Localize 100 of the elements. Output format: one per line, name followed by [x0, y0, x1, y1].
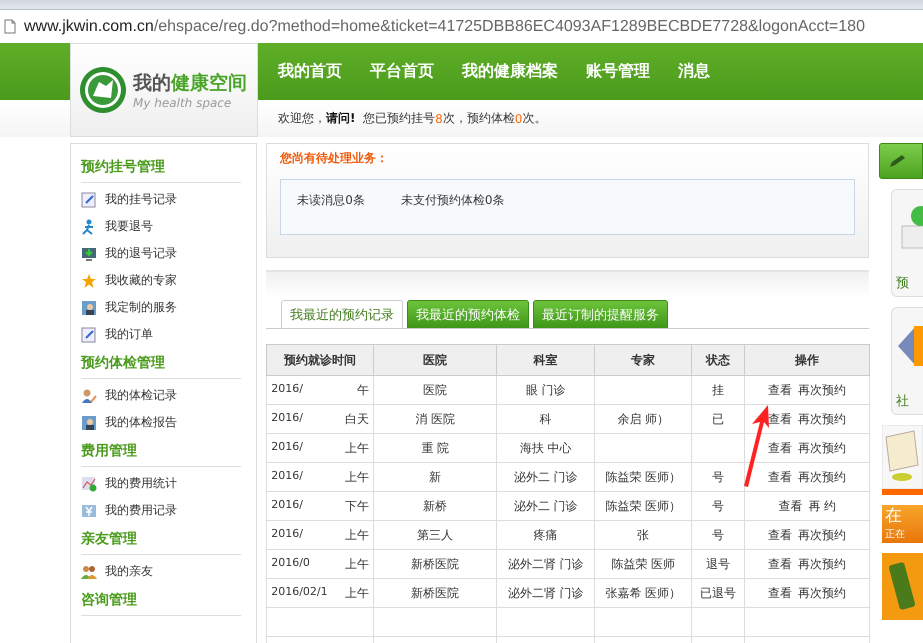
- period-text: 午: [357, 382, 370, 398]
- period-text: 上午: [345, 468, 370, 486]
- section-title: 亲友管理: [81, 524, 242, 555]
- table-cell: 陈益荣 医师）: [594, 462, 692, 492]
- action-link[interactable]: 查看: [768, 528, 792, 542]
- person-icon: [81, 388, 97, 404]
- table-cell: 号: [692, 520, 745, 550]
- action-link[interactable]: 查看: [768, 412, 792, 426]
- section-title: 预约挂号管理: [81, 152, 242, 183]
- date-text: 2016/0: [271, 556, 310, 570]
- sidebar-link[interactable]: 我的体检报告: [81, 409, 242, 436]
- table-cell: 泌外二肾 门诊: [496, 578, 595, 608]
- action-link[interactable]: 查看: [768, 586, 792, 600]
- table-cell: 号: [692, 492, 745, 520]
- page-icon: [4, 19, 16, 34]
- logo-subtitle: My health space: [133, 96, 232, 110]
- contact-icon: [81, 414, 97, 430]
- action-link[interactable]: 再次预约: [798, 470, 846, 484]
- table-cell: 眼 门诊: [496, 376, 595, 404]
- table-cell: 陈益荣 医师）: [594, 492, 692, 520]
- action-link[interactable]: 再次预约: [798, 412, 846, 426]
- action-link[interactable]: 查看: [768, 556, 792, 570]
- table-cell: 重 院: [374, 434, 497, 462]
- action-link[interactable]: 再次预约: [798, 528, 846, 542]
- table-cell: 泌外二肾 门诊: [496, 550, 595, 578]
- action-link[interactable]: 查看: [778, 498, 802, 512]
- table-cell: 海扶 中心: [496, 434, 595, 462]
- column-header: 操作: [744, 344, 870, 376]
- table-cell: 余启 师）: [594, 404, 692, 434]
- tab[interactable]: 我最近的预约记录: [281, 300, 404, 328]
- service-card[interactable]: 社: [891, 307, 923, 415]
- date-text: 2016/: [271, 526, 303, 542]
- sidebar-link[interactable]: 我的亲友: [81, 558, 242, 585]
- period-text: 上午: [345, 526, 370, 544]
- action-link[interactable]: 再 约: [808, 498, 836, 512]
- chart-icon: [81, 476, 97, 492]
- table-cell: 已退号: [692, 578, 745, 608]
- table-cell: 疼痛: [496, 520, 595, 550]
- table-cell: 新桥医院: [374, 578, 497, 608]
- period-text: 上午: [345, 584, 370, 602]
- sidebar-link[interactable]: 我收藏的专家: [81, 267, 242, 294]
- monitor-icon: [81, 246, 97, 262]
- table-cell: 张: [594, 520, 692, 550]
- table-cell: 第三人: [374, 520, 497, 550]
- table-cell: 科: [496, 404, 595, 434]
- emblem-icon: [79, 66, 127, 114]
- phone-drawing[interactable]: [882, 553, 923, 620]
- sidebar-link[interactable]: 我的订单: [81, 321, 242, 348]
- action-link[interactable]: 查看: [768, 470, 792, 484]
- date-text: 2016/: [271, 468, 303, 484]
- column-header: 预约就诊时间: [266, 344, 374, 376]
- table-cell: 号: [692, 462, 745, 492]
- action-link[interactable]: 查看: [768, 382, 792, 396]
- section-title: 咨询管理: [81, 585, 242, 616]
- column-header: 医院: [374, 344, 497, 376]
- table-cell: 新桥医院: [374, 550, 497, 578]
- service-card[interactable]: 预: [891, 189, 923, 297]
- table-cell: 挂: [692, 376, 745, 404]
- period-text: 上午: [345, 440, 370, 456]
- date-text: 2016/: [271, 382, 303, 396]
- pending-item: 未支付预约体检0条: [400, 192, 504, 209]
- table-cell: 新桥: [374, 492, 497, 520]
- table-cell: 医院: [374, 376, 497, 404]
- period-text: 下午: [345, 498, 370, 514]
- sidebar-link[interactable]: 我的费用统计: [81, 470, 242, 497]
- table-cell: 新: [374, 462, 497, 492]
- action-link[interactable]: 再次预约: [798, 586, 846, 600]
- welcome-message: 欢迎您，请问! 您已预约挂号8次，预约体检0次。: [277, 110, 548, 128]
- star-icon: [81, 272, 97, 288]
- column-header: 状态: [692, 344, 745, 376]
- table-cell: 泌外二 门诊: [496, 492, 595, 520]
- pending-title: 您尚有待处理业务：: [280, 150, 390, 167]
- date-text: 2016/: [271, 440, 303, 454]
- table-cell: 已: [692, 404, 745, 434]
- period-text: 白天: [345, 410, 370, 428]
- table-cell: 泌外二 门诊: [496, 462, 595, 492]
- sidebar-link[interactable]: 我的退号记录: [81, 240, 242, 267]
- sidebar-link[interactable]: 我的体检记录: [81, 382, 242, 409]
- table-cell: 消 医院: [374, 404, 497, 434]
- date-text: 2016/: [271, 410, 303, 426]
- note-icon: [81, 326, 97, 342]
- note-icon: [81, 192, 97, 208]
- section-title: 费用管理: [81, 436, 242, 467]
- section-title: 预约体检管理: [81, 348, 242, 379]
- contact-icon: [81, 300, 97, 316]
- action-link[interactable]: 再次预约: [798, 556, 846, 570]
- edit-button[interactable]: [879, 143, 923, 179]
- pending-item: 未读消息0条: [297, 192, 365, 209]
- date-text: 2016/: [271, 498, 303, 512]
- action-link[interactable]: 查看: [768, 440, 792, 454]
- sidebar-link[interactable]: 我的费用记录: [81, 497, 242, 524]
- action-link[interactable]: 再次预约: [798, 440, 846, 454]
- date-text: 2016/02/1: [271, 584, 328, 600]
- column-header: 专家: [594, 344, 692, 376]
- sidebar-link[interactable]: 我定制的服务: [81, 294, 242, 321]
- sidebar-link[interactable]: 我要退号: [81, 213, 242, 240]
- table-cell: 退号: [692, 550, 745, 578]
- action-link[interactable]: 再次预约: [798, 382, 846, 396]
- sidebar-link[interactable]: 我的挂号记录: [81, 186, 242, 213]
- logo-title: 我的健康空间: [133, 71, 247, 96]
